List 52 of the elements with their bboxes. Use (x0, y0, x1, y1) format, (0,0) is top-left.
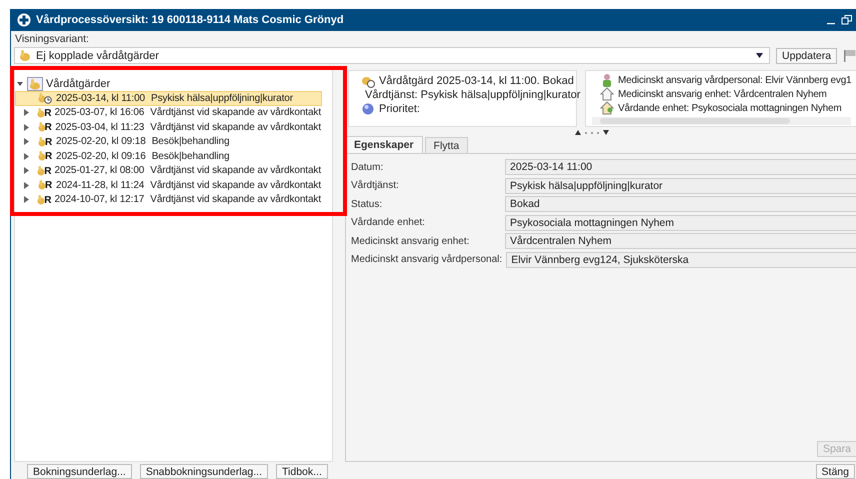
tree-item[interactable]: 2025-03-14, kl 11:00 Psykisk hälsa|uppföljning|kurator (15, 91, 322, 106)
summary-text: Prioritet: (379, 103, 420, 115)
tree-item[interactable]: R 2024-10-07, kl 12:17 Vårdtjänst vid skapande av vårdkontakt (15, 192, 322, 207)
property-field[interactable]: Psykisk hälsa|uppföljning|kurator (505, 178, 856, 194)
restore-icon[interactable] (841, 14, 853, 26)
view-variant-label: Visningsvariant: (15, 33, 89, 45)
tab[interactable]: Egenskaper (345, 136, 423, 153)
folder-hand-icon (27, 76, 43, 90)
property-field[interactable]: Bokad (505, 196, 856, 212)
hand-clock-icon (38, 92, 53, 104)
footer-button[interactable]: Snabbokningsunderlag... (140, 464, 268, 478)
tree-item[interactable]: R 2025-02-20, kl 09:18 Besök|behandling (15, 134, 322, 149)
update-button[interactable]: Uppdatera (776, 48, 838, 64)
close-button[interactable]: Stäng (816, 464, 855, 478)
house-icon (600, 87, 614, 101)
window-title: Vårdprocessöversikt: 19 600118-9114 Mats Cosmic Grönyd (36, 14, 344, 26)
summary-text: Vårdande enhet: Psykosociala mottagningen Nyhem (618, 102, 842, 114)
view-variant-dropdown[interactable]: Ej kopplade vårdåtgärder (14, 47, 770, 64)
plus-circle-icon (17, 13, 31, 27)
summary-text: Medicinskt ansvarig vårdpersonal: Elvir Vännberg evg1 (618, 74, 852, 86)
tree-root-item[interactable]: Vårdåtgärder (15, 76, 110, 91)
tree-item[interactable]: R 2025-03-04, kl 11:23 Vårdtjänst vid skapande av vårdkontakt (15, 120, 322, 134)
property-field[interactable]: Elvir Vännberg evg124, Sjuksköterska (506, 252, 856, 268)
house-icon (600, 101, 614, 115)
summary-text: Vårdtjänst: Psykisk hälsa|uppföljning|kurator (365, 89, 580, 101)
hand-clock-icon (361, 74, 375, 88)
property-field[interactable]: 2025-03-14 11:00 (505, 159, 856, 176)
tree-item[interactable]: R 2025-03-07, kl 16:06 Vårdtjänst vid skapande av vårdkontakt (15, 106, 322, 120)
property-label: Datum: (351, 162, 384, 173)
property-label: Medicinskt ansvarig vårdpersonal: (351, 254, 502, 266)
person-icon (600, 73, 614, 87)
tree-item[interactable]: R 2025-01-27, kl 08:00 Vårdtjänst vid skapande av vårdkontakt (15, 164, 322, 178)
hand-icon (18, 49, 32, 62)
property-label: Vårdtjänst: (351, 180, 400, 192)
splitter-handle-icon[interactable] (575, 128, 609, 134)
tree-item[interactable]: R 2025-02-20, kl 09:16 Besök|behandling (15, 149, 322, 164)
horizontal-scrollbar[interactable] (592, 117, 851, 125)
property-field[interactable]: Psykosociala mottagningen Nyhem (505, 214, 856, 231)
dropdown-arrow-icon[interactable] (756, 53, 764, 58)
tree-item[interactable]: R 2024-11-28, kl 11:24 Vårdtjänst vid skapande av vårdkontakt (15, 178, 322, 192)
property-field[interactable]: Vårdcentralen Nyhem (505, 233, 856, 250)
tab[interactable]: Flytta (424, 137, 468, 153)
footer-button[interactable]: Tidbok... (276, 464, 328, 478)
sphere-icon (361, 102, 375, 116)
property-label: Medicinskt ansvarig enhet: (351, 236, 470, 247)
flag-icon[interactable] (843, 49, 856, 62)
summary-text: Vårdåtgärd 2025-03-14, kl 11:00. Bokad (379, 75, 574, 87)
collapse-arrow-icon[interactable] (17, 80, 23, 86)
property-label: Status: (351, 198, 384, 210)
summary-text: Medicinskt ansvarig enhet: Vårdcentralen Nyhem (618, 88, 827, 100)
footer-button[interactable]: Bokningsunderlag... (27, 464, 132, 478)
property-label: Vårdande enhet: (351, 217, 426, 228)
